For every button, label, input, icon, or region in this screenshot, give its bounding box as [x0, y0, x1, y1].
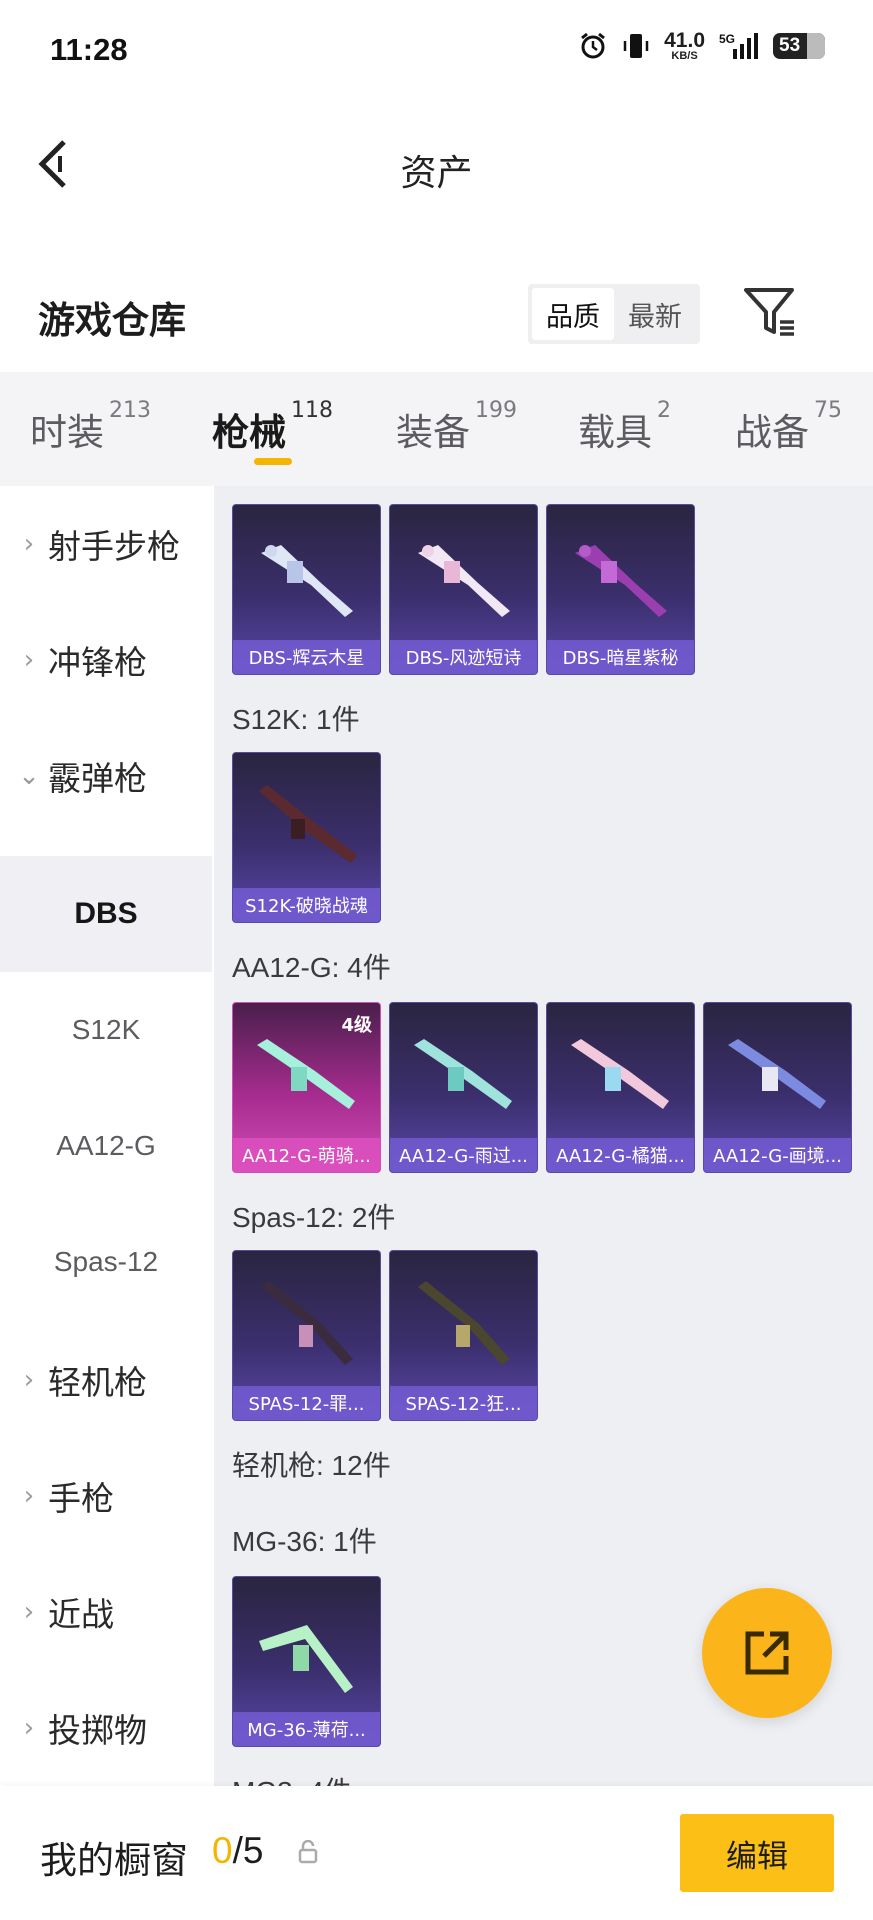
sidebar: › 射手步枪 › 冲锋枪 ⌄ 霰弹枪 DBS S12K AA12-G Spas-… — [0, 486, 212, 1786]
tab-firearms[interactable]: 枪械 118 — [212, 398, 333, 456]
status-bar: 11:28 41.0 KB/S 5G 53 — [0, 0, 873, 104]
net-speed: 41.0 KB/S — [664, 29, 705, 62]
warehouse-header: 游戏仓库 品质 最新 — [0, 270, 873, 356]
sidebar-subitem-spas12[interactable]: Spas-12 — [0, 1204, 212, 1320]
gun-image — [259, 1625, 353, 1693]
item-card[interactable]: AA12-G-雨过... — [389, 1002, 538, 1173]
edit-button[interactable]: 编辑 — [680, 1814, 834, 1892]
sidebar-subitem-aa12g[interactable]: AA12-G — [0, 1088, 212, 1204]
gun-image — [418, 1281, 510, 1365]
group-label-lmg: 轻机枪: 12件 — [232, 1450, 391, 1481]
item-card[interactable]: SPAS-12-狂... — [389, 1250, 538, 1421]
gun-image — [418, 545, 510, 617]
gun-image — [575, 545, 667, 617]
battery-icon: 53 — [773, 33, 825, 59]
alarm-icon — [578, 31, 608, 61]
group-label-aa12g: AA12-G: 4件 — [232, 952, 391, 983]
group-label-mg36: MG-36: 1件 — [232, 1526, 377, 1557]
group-label-spas12: Spas-12: 2件 — [232, 1202, 396, 1233]
vibrate-icon — [622, 31, 650, 61]
status-time: 11:28 — [50, 32, 128, 67]
item-card[interactable]: AA12-G-橘猫... — [546, 1002, 695, 1173]
group-label-mg3: MG3: 4件 — [232, 1770, 352, 1786]
tab-equipment[interactable]: 装备 199 — [396, 398, 517, 456]
gun-image — [728, 1039, 826, 1109]
chevron-right-icon: › — [23, 1481, 35, 1511]
chevron-down-icon: ⌄ — [18, 761, 40, 791]
sidebar-item-pistol[interactable]: › 手枪 — [0, 1438, 212, 1554]
showcase-count: 0/5 — [212, 1830, 264, 1871]
item-card[interactable]: DBS-暗星紫秘 — [546, 504, 695, 675]
item-card[interactable]: DBS-风迹短诗 — [389, 504, 538, 675]
sort-toggle: 品质 最新 — [528, 284, 700, 344]
filter-icon[interactable] — [742, 284, 800, 342]
sidebar-item-shotgun[interactable]: ⌄ 霰弹枪 — [0, 718, 212, 834]
tab-vehicles[interactable]: 载具 2 — [578, 398, 671, 456]
chevron-right-icon: › — [23, 529, 35, 559]
item-card[interactable]: SPAS-12-罪... — [232, 1250, 381, 1421]
sidebar-item-smg[interactable]: › 冲锋枪 — [0, 602, 212, 718]
item-card[interactable]: S12K-破晓战魂 — [232, 752, 381, 923]
bottom-bar: 我的橱窗 0/5 编辑 — [0, 1786, 873, 1920]
item-card[interactable]: 4级 AA12-G-萌骑... — [232, 1002, 381, 1173]
active-tab-indicator — [254, 458, 292, 465]
sidebar-item-throwable[interactable]: › 投掷物 — [0, 1670, 212, 1786]
sidebar-item-lmg[interactable]: › 轻机枪 — [0, 1322, 212, 1438]
chevron-right-icon: › — [23, 1365, 35, 1395]
group-label-s12k: S12K: 1件 — [232, 704, 360, 735]
gun-image — [571, 1039, 669, 1109]
tab-supplies[interactable]: 战备 75 — [735, 398, 842, 456]
warehouse-title: 游戏仓库 — [38, 299, 186, 342]
gun-image — [259, 785, 357, 863]
chevron-right-icon: › — [23, 1597, 35, 1627]
showcase-label: 我的橱窗 — [40, 1839, 188, 1882]
share-icon — [745, 1631, 789, 1675]
sidebar-subitem-dbs[interactable]: DBS — [0, 856, 212, 972]
share-button[interactable] — [702, 1588, 832, 1718]
signal-icon: 5G — [719, 31, 759, 61]
sidebar-item-melee[interactable]: › 近战 — [0, 1554, 212, 1670]
status-icons: 41.0 KB/S 5G 53 — [578, 30, 825, 62]
lock-icon — [298, 1840, 318, 1864]
page-title: 资产 — [400, 153, 473, 194]
tab-fashion[interactable]: 时装 213 — [30, 398, 151, 456]
grade-badge: 4级 — [341, 1015, 372, 1036]
category-tabs: 时装 213 枪械 118 装备 199 载具 2 战备 75 — [0, 372, 873, 486]
item-card[interactable]: AA12-G-画境... — [703, 1002, 852, 1173]
item-card[interactable]: DBS-辉云木星 — [232, 504, 381, 675]
sort-option-newest[interactable]: 最新 — [614, 288, 696, 340]
app-header: 资产 — [0, 104, 873, 224]
sidebar-item-marksman-rifle[interactable]: › 射手步枪 — [0, 486, 212, 602]
gun-image — [414, 1039, 512, 1109]
gun-image — [257, 1039, 355, 1109]
sort-option-quality[interactable]: 品质 — [532, 288, 614, 340]
gun-image — [261, 1281, 353, 1365]
svg-text:5G: 5G — [719, 32, 735, 46]
gun-image — [261, 545, 353, 617]
chevron-right-icon: › — [23, 1713, 35, 1743]
chevron-right-icon: › — [23, 645, 35, 675]
item-card[interactable]: MG-36-薄荷... — [232, 1576, 381, 1747]
sidebar-subitem-s12k[interactable]: S12K — [0, 972, 212, 1088]
